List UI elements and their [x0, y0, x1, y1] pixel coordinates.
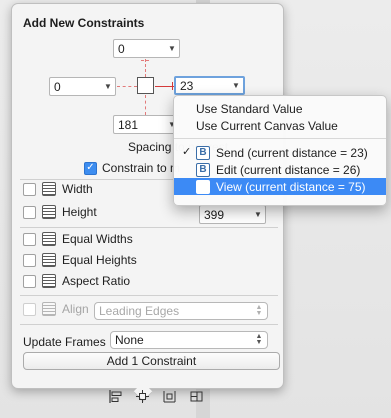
height-checkbox[interactable]: [23, 205, 36, 219]
bottom-spacing-field[interactable]: 181 ▼: [113, 115, 180, 134]
chevron-down-icon[interactable]: ▼: [101, 82, 115, 91]
menu-item-label: Edit (current distance = 26): [216, 162, 361, 177]
height-label: Height: [62, 205, 97, 219]
height-row: Height: [23, 205, 97, 219]
align-label: Align: [62, 302, 89, 316]
align-row: Align: [23, 302, 89, 316]
view-icon: [196, 179, 210, 194]
width-row: Width: [23, 182, 93, 196]
separator: [20, 295, 278, 296]
menu-item-label: Use Standard Value: [196, 101, 303, 116]
spacing-dropdown-menu: Use Standard Value Use Current Canvas Va…: [173, 95, 387, 206]
updown-arrows-icon: ▲ ▼: [255, 304, 263, 317]
menu-item-send[interactable]: ✓ B Send (current distance = 23): [174, 144, 386, 161]
aspect-ratio-label: Aspect Ratio: [62, 274, 131, 288]
equal-widths-label: Equal Widths: [62, 232, 133, 246]
align-icon[interactable]: [108, 389, 123, 404]
bottom-strut[interactable]: [145, 95, 146, 115]
width-label: Width: [62, 182, 93, 196]
menu-item-canvas-value[interactable]: Use Current Canvas Value: [174, 117, 386, 134]
menu-item-standard-value[interactable]: Use Standard Value: [174, 100, 386, 117]
equal-widths-checkbox[interactable]: [23, 232, 36, 246]
aspect-ratio-row: Aspect Ratio: [23, 274, 130, 288]
left-spacing-value: 0: [54, 79, 61, 94]
menu-item-label: Send (current distance = 23): [216, 145, 368, 160]
top-spacing-field[interactable]: 0 ▼: [113, 39, 180, 58]
menu-item-view[interactable]: View (current distance = 75): [174, 178, 386, 195]
left-spacing-field[interactable]: 0 ▼: [49, 77, 116, 96]
menu-item-edit[interactable]: B Edit (current distance = 26): [174, 161, 386, 178]
menu-item-label: Use Current Canvas Value: [196, 118, 338, 133]
equal-heights-row: Equal Heights: [23, 253, 137, 267]
autolayout-toolbar: [108, 389, 204, 404]
chevron-down-icon[interactable]: ▼: [165, 44, 179, 53]
bottom-spacing-value: 181: [118, 117, 139, 132]
right-strut-cap: [172, 82, 173, 90]
separator: [20, 227, 278, 228]
left-strut[interactable]: [117, 86, 137, 87]
button-view-icon: B: [196, 145, 210, 160]
view-placeholder-box: [137, 77, 154, 94]
right-spacing-field[interactable]: 23 ▼: [174, 76, 245, 95]
popover-title: Add New Constraints: [23, 16, 145, 30]
chevron-down-icon[interactable]: ▼: [251, 210, 265, 219]
menu-item-label: View (current distance = 75): [216, 179, 366, 194]
update-frames-select[interactable]: None ▲ ▼: [110, 331, 268, 349]
width-checkbox[interactable]: [23, 182, 36, 196]
equal-widths-icon: [42, 232, 56, 246]
equal-heights-label: Equal Heights: [62, 253, 137, 267]
update-frames-label: Update Frames: [23, 335, 106, 349]
top-strut-cap: [141, 60, 149, 61]
constrain-label: Constrain to m: [102, 161, 181, 175]
right-spacing-value: 23: [180, 78, 194, 93]
align-icon: [42, 302, 56, 316]
top-strut[interactable]: [145, 59, 146, 77]
menu-separator: [174, 138, 386, 139]
equal-widths-row: Equal Widths: [23, 232, 133, 246]
constrain-to-margins-option[interactable]: ✓ Constrain to m: [84, 161, 180, 175]
separator: [20, 324, 278, 325]
align-checkbox[interactable]: [23, 302, 36, 316]
resolve-icon[interactable]: [162, 389, 177, 404]
height-value: 399: [204, 207, 225, 222]
width-icon: [42, 182, 56, 196]
height-icon: [42, 205, 56, 219]
pin-icon[interactable]: [135, 389, 150, 404]
resizing-icon[interactable]: [189, 389, 204, 404]
constrain-checkbox[interactable]: ✓: [84, 161, 97, 175]
equal-heights-checkbox[interactable]: [23, 253, 36, 267]
button-view-icon: B: [196, 162, 210, 177]
update-frames-value: None: [115, 333, 144, 347]
updown-arrows-icon: ▲ ▼: [255, 333, 263, 346]
add-constraint-button[interactable]: Add 1 Constraint: [23, 352, 280, 370]
height-value-field[interactable]: 399 ▼: [199, 205, 266, 224]
checkmark-icon: ✓: [182, 146, 192, 158]
align-select[interactable]: Leading Edges ▲ ▼: [94, 302, 268, 320]
align-select-value: Leading Edges: [99, 304, 180, 318]
aspect-ratio-checkbox[interactable]: [23, 274, 36, 288]
equal-heights-icon: [42, 253, 56, 267]
chevron-down-icon[interactable]: ▼: [229, 81, 243, 90]
top-spacing-value: 0: [118, 41, 125, 56]
aspect-ratio-icon: [42, 274, 56, 288]
